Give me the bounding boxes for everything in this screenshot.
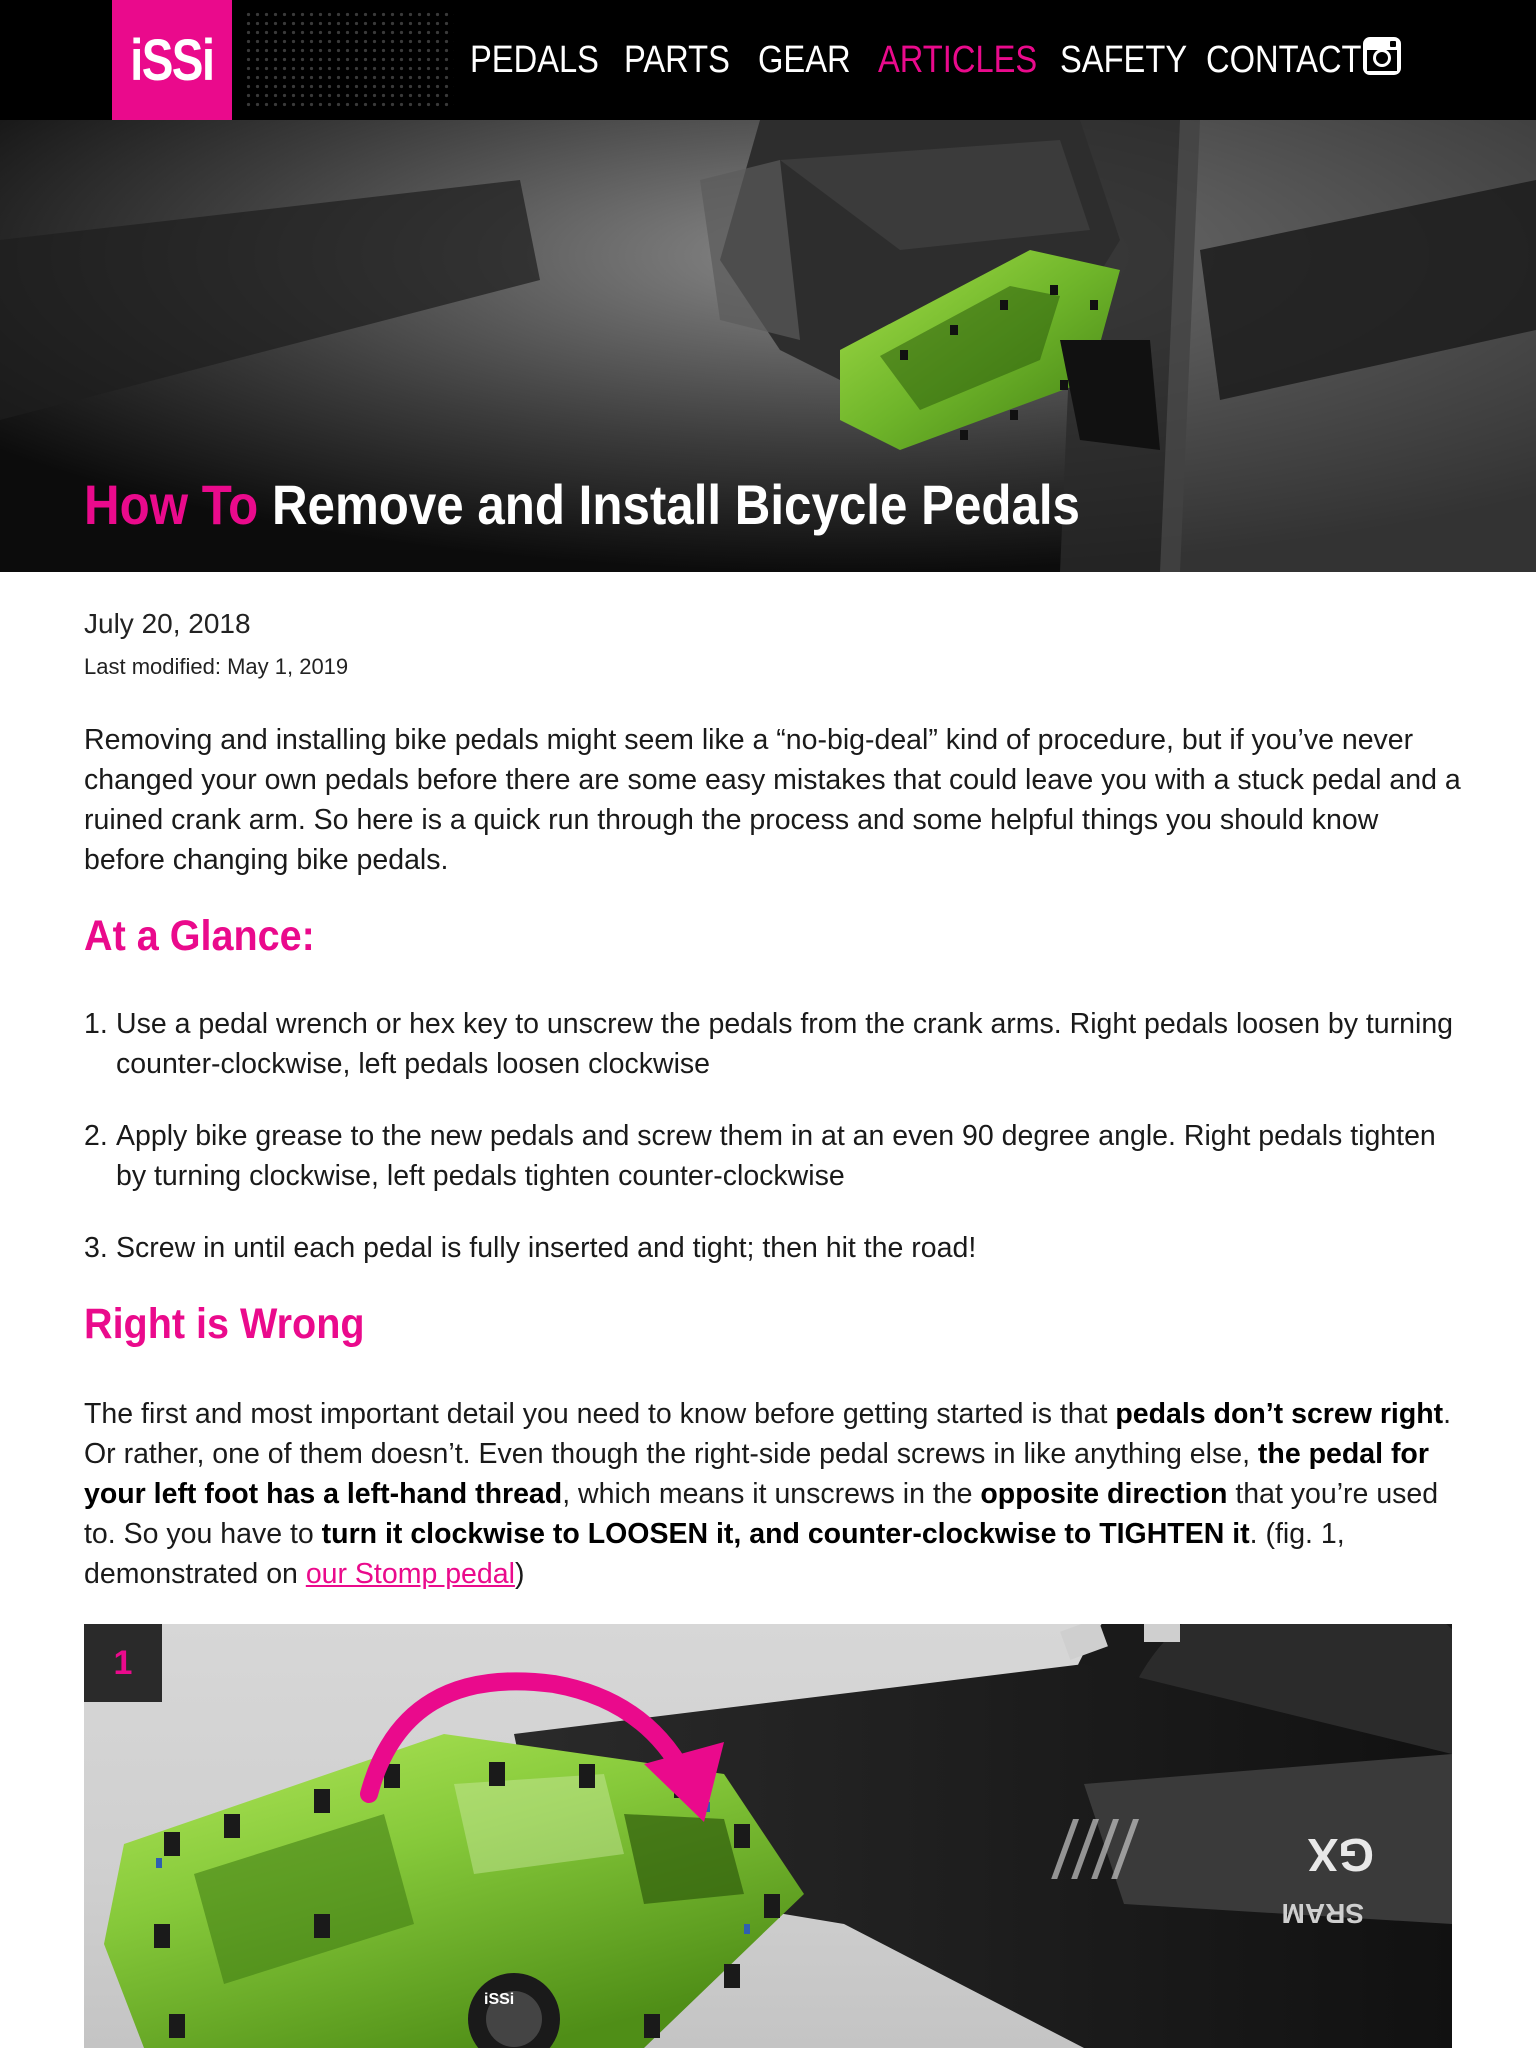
nav-item-articles[interactable]: ARTICLES [878, 39, 1037, 82]
main-nav: PEDALS PARTS GEAR ARTICLES SAFETY CONTAC… [470, 30, 1374, 90]
figure-number-badge: 1 [84, 1624, 162, 1702]
nav-item-contact[interactable]: CONTACT [1206, 39, 1362, 82]
nav-item-pedals[interactable]: PEDALS [470, 39, 599, 82]
figure-1: GX SRAM iSSi 1 [84, 1624, 1452, 2048]
list-item: 2. Apply bike grease to the new pedals a… [84, 1116, 1464, 1228]
site-logo[interactable]: iSSi [112, 0, 232, 120]
step-text: Use a pedal wrench or hex key to unscrew… [116, 1008, 1454, 1080]
figure-number: 1 [113, 1643, 133, 1682]
post-date: July 20, 2018 [84, 608, 251, 639]
steps-list: 1. Use a pedal wrench or hex key to unsc… [84, 1004, 1464, 1268]
site-header: iSSi PEDALS PARTS GEAR ARTICLES SAFETY C… [0, 0, 1536, 120]
page-title: How To Remove and Install Bicycle Pedals [84, 472, 1080, 537]
bold-text: pedals don’t screw right [1115, 1398, 1444, 1430]
text-run: The first and most important detail you … [84, 1398, 1116, 1430]
step-number: 3. [84, 1232, 108, 1264]
crank-sram-label: SRAM [1282, 1898, 1364, 1929]
pedal-logo-label: iSSi [484, 1991, 514, 2008]
pedal-crank-photo: GX SRAM iSSi [104, 1624, 1452, 2048]
thread-paragraph: The first and most important detail you … [84, 1394, 1464, 1594]
instagram-icon[interactable] [1362, 36, 1402, 76]
step-text: Apply bike grease to the new pedals and … [116, 1120, 1436, 1192]
stomp-pedal-link[interactable]: our Stomp pedal [306, 1558, 515, 1590]
hero-banner: How To Remove and Install Bicycle Pedals [0, 120, 1536, 572]
title-main: Remove and Install Bicycle Pedals [271, 473, 1080, 536]
title-prefix: How To [84, 473, 259, 536]
glance-heading: At a Glance: [84, 912, 315, 960]
nav-item-parts[interactable]: PARTS [624, 39, 736, 82]
right-is-wrong-heading: Right is Wrong [84, 1300, 365, 1348]
text-run: , which means it unscrews in the [562, 1478, 981, 1510]
step-number: 2. [84, 1120, 108, 1152]
step-number: 1. [84, 1008, 108, 1040]
bold-text: turn it clockwise to LOOSEN it, and coun… [321, 1518, 1250, 1550]
text-run: ) [514, 1558, 525, 1590]
list-item: 1. Use a pedal wrench or hex key to unsc… [84, 1004, 1464, 1116]
logo-text[interactable]: iSSi [130, 27, 215, 94]
nav-item-safety[interactable]: SAFETY [1060, 39, 1187, 82]
step-text: Screw in until each pedal is fully inser… [116, 1232, 977, 1264]
last-modified: Last modified: May 1, 2019 [84, 654, 349, 679]
list-item: 3. Screw in until each pedal is fully in… [84, 1228, 1464, 1268]
crank-gx-label: GX [1307, 1829, 1374, 1881]
intro-paragraph: Removing and installing bike pedals migh… [84, 724, 1461, 876]
bold-text: opposite direction [980, 1478, 1228, 1510]
nav-item-gear[interactable]: GEAR [758, 39, 858, 82]
header-dot-pattern [244, 10, 454, 110]
